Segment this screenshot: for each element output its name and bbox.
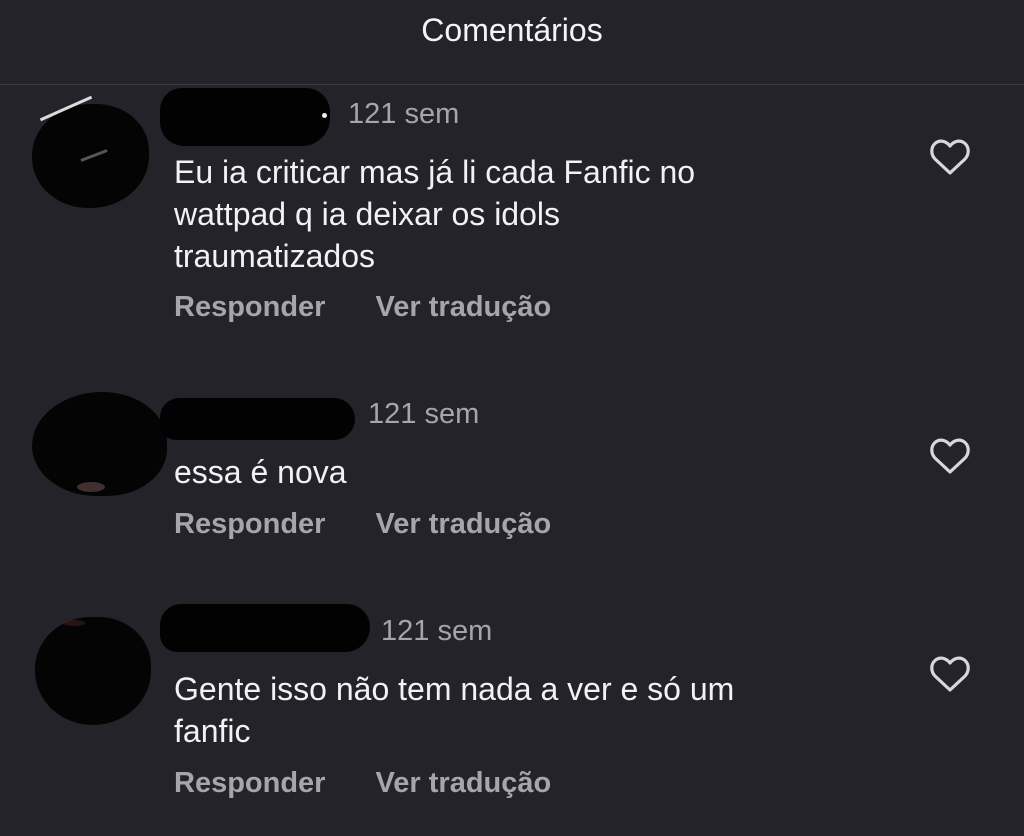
heart-outline-icon[interactable] (929, 138, 971, 178)
comment-time: 121 sem (368, 398, 480, 430)
avatar-visible-part (77, 482, 105, 492)
comment-time: 121 sem (381, 615, 493, 647)
avatar[interactable] (35, 617, 151, 725)
comment-text-line: essa é nova (174, 454, 347, 490)
avatar[interactable] (32, 392, 167, 496)
reply-button[interactable]: Responder (174, 287, 325, 327)
avatar-visible-part (63, 620, 85, 626)
username-redaction (160, 398, 355, 440)
translate-button[interactable]: Ver tradução (376, 504, 552, 544)
heart-outline-icon[interactable] (929, 437, 971, 477)
comment-text: Eu ia criticar mas já li cada Fanfic no … (174, 151, 834, 277)
comment-actions: Responder Ver tradução (174, 504, 593, 544)
translate-button[interactable]: Ver tradução (376, 763, 552, 803)
comment-text-line: Gente isso não tem nada a ver e só um (174, 671, 735, 707)
translate-button[interactable]: Ver tradução (376, 287, 552, 327)
comment-text-line: fanfic (174, 713, 251, 749)
reply-button[interactable]: Responder (174, 763, 325, 803)
heart-outline-icon[interactable] (929, 655, 971, 695)
comment-text-line: Eu ia criticar mas já li cada Fanfic no (174, 154, 696, 190)
comment-text: Gente isso não tem nada a ver e só um fa… (174, 668, 834, 752)
redaction-edge-mark (322, 113, 327, 118)
comment-text-line: wattpad q ia deixar os idols (174, 196, 560, 232)
comment-actions: Responder Ver tradução (174, 287, 593, 327)
comment-text-line: traumatizados (174, 238, 375, 274)
reply-button[interactable]: Responder (174, 504, 325, 544)
comment-time: 121 sem (348, 98, 460, 130)
username-redaction (160, 604, 370, 652)
username-redaction (160, 88, 330, 146)
comment-text: essa é nova (174, 451, 834, 493)
comment-actions: Responder Ver tradução (174, 763, 593, 803)
comment-item: 121 sem Eu ia criticar mas já li cada Fa… (0, 0, 1024, 836)
